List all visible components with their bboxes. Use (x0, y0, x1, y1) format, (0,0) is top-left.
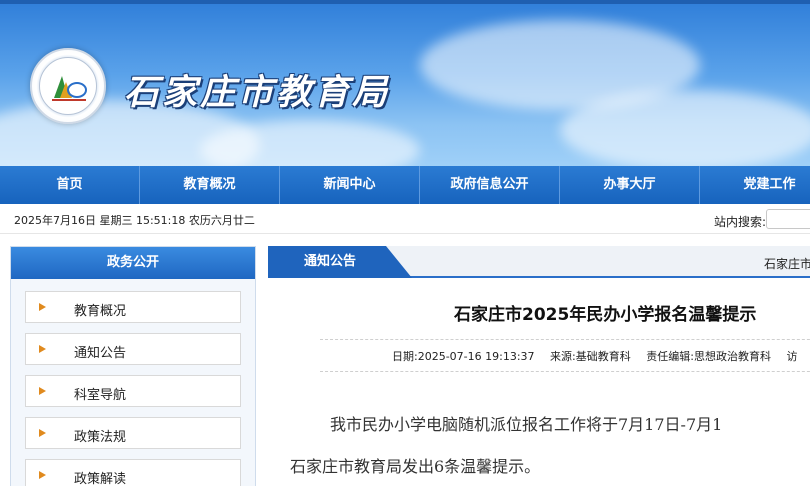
article-visits: 访 (786, 350, 798, 363)
sidebar-item-label: 通知公告 (74, 346, 127, 361)
sidebar-panel: 政务公开 教育概况 通知公告 科室导航 政策法规 政策解读 (10, 246, 256, 486)
main-nav: 首页 教育概况 新闻中心 政府信息公开 办事大厅 党建工作 (0, 166, 810, 204)
arrow-right-icon (39, 429, 46, 437)
article-meta: 日期:2025-07-16 19:13:37 来源:基础教育科 责任编辑:思想政… (392, 348, 809, 364)
banner-top-line (0, 0, 810, 4)
sidebar-item-department-nav[interactable]: 科室导航 (25, 375, 241, 407)
nav-item-service-hall[interactable]: 办事大厅 (560, 166, 700, 204)
current-datetime: 2025年7月16日 星期三 15:51:18 农历六月廿二 (14, 214, 255, 227)
sidebar-item-notices[interactable]: 通知公告 (25, 333, 241, 365)
site-banner: 石家庄市教育局 (0, 0, 810, 166)
sidebar-item-policy-interpretation[interactable]: 政策解读 (25, 459, 241, 486)
nav-item-party-building[interactable]: 党建工作 (700, 166, 810, 204)
cloud-decoration (560, 90, 810, 166)
main-content: 通知公告 石家庄市 石家庄市2025年民办小学报名温馨提示 日期:2025-07… (268, 246, 810, 486)
arrow-right-icon (39, 345, 46, 353)
logo-mark-icon (52, 76, 87, 101)
breadcrumb[interactable]: 石家庄市 (764, 255, 810, 272)
article-source: 来源:基础教育科 (550, 350, 631, 363)
sidebar-item-education-overview[interactable]: 教育概况 (25, 291, 241, 323)
section-tab-bar: 通知公告 石家庄市 (268, 246, 810, 278)
article-paragraph: 石家庄市教育局发出6条温馨提示。 (290, 457, 541, 476)
article-editor: 责任编辑:思想政治教育科 (646, 350, 771, 363)
nav-item-gov-info[interactable]: 政府信息公开 (420, 166, 560, 204)
nav-item-news-center[interactable]: 新闻中心 (280, 166, 420, 204)
nav-item-home[interactable]: 首页 (0, 166, 140, 204)
bureau-logo[interactable] (30, 48, 106, 124)
sidebar-item-label: 政策法规 (74, 430, 127, 445)
site-title[interactable]: 石家庄市教育局 (124, 64, 390, 113)
divider (320, 339, 810, 340)
site-search-input[interactable] (766, 209, 810, 229)
arrow-right-icon (39, 471, 46, 479)
search-label: 站内搜索: (714, 215, 767, 229)
divider (320, 371, 810, 372)
sidebar-item-label: 科室导航 (74, 388, 127, 403)
article-title: 石家庄市2025年民办小学报名温馨提示 (454, 305, 757, 325)
article-date: 日期:2025-07-16 19:13:37 (392, 350, 535, 363)
nav-item-education-overview[interactable]: 教育概况 (140, 166, 280, 204)
arrow-right-icon (39, 303, 46, 311)
sidebar-title: 政务公开 (11, 247, 255, 279)
article-paragraph: 我市民办小学电脑随机派位报名工作将于7月17日-7月1 (330, 415, 723, 434)
sidebar-item-policies[interactable]: 政策法规 (25, 417, 241, 449)
sidebar-item-label: 政策解读 (74, 472, 127, 486)
arrow-right-icon (39, 387, 46, 395)
sidebar-item-label: 教育概况 (74, 304, 127, 319)
tab-notices[interactable]: 通知公告 (268, 246, 412, 278)
info-bar: 2025年7月16日 星期三 15:51:18 农历六月廿二 站内搜索: (0, 204, 810, 234)
